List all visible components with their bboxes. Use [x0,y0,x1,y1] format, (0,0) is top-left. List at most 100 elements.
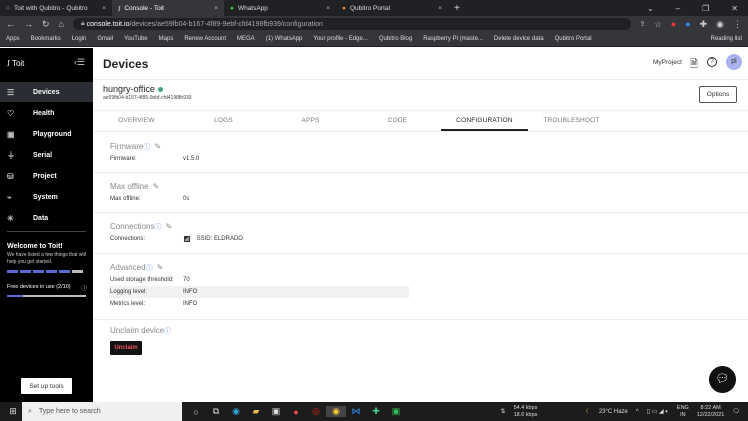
extension-icon[interactable]: ● [671,19,676,29]
edit-icon[interactable]: ✎ [157,263,164,272]
chat-icon[interactable]: 💬︎ [709,366,736,393]
tab-apps[interactable]: APPS [267,111,354,131]
clock[interactable]: 8:22 AM 12/22/2021 [697,405,725,419]
chrome-icon[interactable]: ◉ [326,406,346,417]
taskbar-search[interactable]: ⌕ Type here to search [22,402,182,421]
restore-icon[interactable]: ❐ [702,4,709,13]
bookmark[interactable]: Renew Account [184,36,226,42]
bookmark[interactable]: MEGA [237,36,255,42]
close-tab-icon[interactable]: × [214,5,218,12]
toit-logo[interactable]: ꭍ Toit [7,58,24,69]
reload-icon[interactable]: ↻ [42,19,50,30]
bookmarks-bar: Apps Bookmarks Login Gmail YouTube Maps … [0,32,748,47]
onboarding-step[interactable] [59,270,70,273]
cortana-icon[interactable]: ○ [186,407,206,417]
options-button[interactable]: Options [699,86,737,103]
sidebar-item-serial[interactable]: ⏚ Serial [0,145,93,165]
app-icon[interactable]: ▣ [386,406,406,417]
browser-tab-active[interactable]: ꭍ Console - Toit × [112,0,224,16]
app-icon[interactable]: ✚ [366,406,386,417]
reading-list[interactable]: Reading list [711,36,742,42]
edit-icon[interactable]: ✎ [154,142,161,151]
profile-icon[interactable]: ◉ [716,19,724,30]
browser-tab[interactable]: ○ Toit with Qubitro - Qubitro × [0,0,112,16]
help-icon[interactable]: ⓘ [154,224,161,231]
tab-troubleshoot[interactable]: TROUBLESHOOT [528,111,615,131]
document-icon[interactable]: 🗎︎ [690,57,698,74]
language-indicator[interactable]: ENG IN [677,405,689,419]
sidebar-item-system[interactable]: ⌁ System [0,187,93,207]
file-explorer-icon[interactable]: ▰ [246,406,266,417]
new-tab-button[interactable]: + [454,3,460,14]
extension-icon[interactable]: ● [685,19,690,29]
chevron-up-icon[interactable]: ^ [636,409,639,415]
tab-code[interactable]: CODE [354,111,441,131]
unclaim-button[interactable]: Unclaim [110,341,142,355]
firmware-row: Firmware: v1.5.0 [110,156,200,162]
onboarding-steps[interactable] [7,270,87,273]
onboarding-step[interactable] [20,270,31,273]
vscode-icon[interactable]: ⋈ [346,406,366,417]
notifications-icon[interactable]: 🗨︎ [732,408,740,415]
sidebar-item-devices[interactable]: ☰ Devices [0,82,93,102]
sidebar-item-health[interactable]: ♡ Health [0,103,93,123]
bookmark[interactable]: Qubitro Portal [555,36,592,42]
weather-icon[interactable]: ☾ [585,408,590,415]
bookmark[interactable]: Gmail [97,36,113,42]
task-view-icon[interactable]: ⧉ [206,406,226,417]
sidebar-item-playground[interactable]: ▣ Playground [0,124,93,144]
help-icon[interactable]: ⓘ [146,265,153,272]
tab-logs[interactable]: LOGS [180,111,267,131]
bookmark[interactable]: YouTube [124,36,148,42]
help-icon[interactable]: ? [707,57,717,67]
tab-configuration[interactable]: CONFIGURATION [441,111,528,131]
browser-tab[interactable]: ● WhatsApp × [224,0,336,16]
star-icon[interactable]: ☆ [655,20,662,29]
minimize-icon[interactable]: – [676,4,680,13]
app-icon[interactable]: ● [286,407,306,417]
close-tab-icon[interactable]: × [326,5,330,12]
setup-tools-button[interactable]: Set up tools [21,378,72,394]
bookmark[interactable]: Your profile - Edge... [313,36,367,42]
close-window-icon[interactable]: ✕ [731,4,738,13]
bookmark[interactable]: Qubitro Blog [379,36,412,42]
onboarding-step[interactable] [33,270,44,273]
app-icon[interactable]: ◎ [306,406,326,417]
edit-icon[interactable]: ✎ [153,182,160,191]
avatar[interactable]: pl [726,54,742,70]
windows-start-icon[interactable]: ⊞ [3,406,23,417]
sidebar-item-data[interactable]: ✳ Data [0,208,93,228]
onboarding-step[interactable] [72,270,83,273]
collapse-menu-icon[interactable]: ‹☰ [74,57,85,68]
bookmark[interactable]: Delete device data [494,36,544,42]
info-icon[interactable]: ⓘ [81,284,87,292]
bookmark[interactable]: Apps [6,36,20,42]
sidebar-item-project[interactable]: ⛁ Project [0,166,93,186]
home-icon[interactable]: ⌂ [59,19,64,29]
more-icon[interactable]: ⋮ [733,19,742,30]
bookmark[interactable]: Maps [159,36,174,42]
store-icon[interactable]: ▣ [266,406,286,417]
help-icon[interactable]: ⓘ [164,328,171,335]
tab-search-icon[interactable]: ⌄ [647,4,654,13]
back-icon[interactable]: ← [6,19,15,29]
close-tab-icon[interactable]: × [102,5,106,12]
tab-overview[interactable]: OVERVIEW [93,111,180,131]
onboarding-step[interactable] [7,270,18,273]
close-tab-icon[interactable]: × [438,5,442,12]
bookmark[interactable]: Bookmarks [31,36,61,42]
onboarding-step[interactable] [46,270,57,273]
tray-icons[interactable]: ▯ ▭ ◢ 🔈︎ [647,408,669,416]
help-icon[interactable]: ⓘ [143,144,150,151]
edit-icon[interactable]: ✎ [165,222,172,231]
edge-icon[interactable]: ◉ [226,406,246,417]
extensions-puzzle-icon[interactable]: ✚ [700,19,708,30]
share-icon[interactable]: ⇪ [640,20,646,28]
project-selector[interactable]: MyProject [653,59,682,66]
bookmark[interactable]: Login [72,36,87,42]
bookmark[interactable]: (1) WhatsApp [266,36,303,42]
forward-icon[interactable]: → [24,19,33,29]
browser-tab[interactable]: ● Qubitro Portal × [336,0,448,16]
url-input[interactable]: 🔒︎ console.toit.io/devices/ae59fb04-b167… [72,18,631,30]
bookmark[interactable]: Raspberry Pi (maste... [423,36,483,42]
